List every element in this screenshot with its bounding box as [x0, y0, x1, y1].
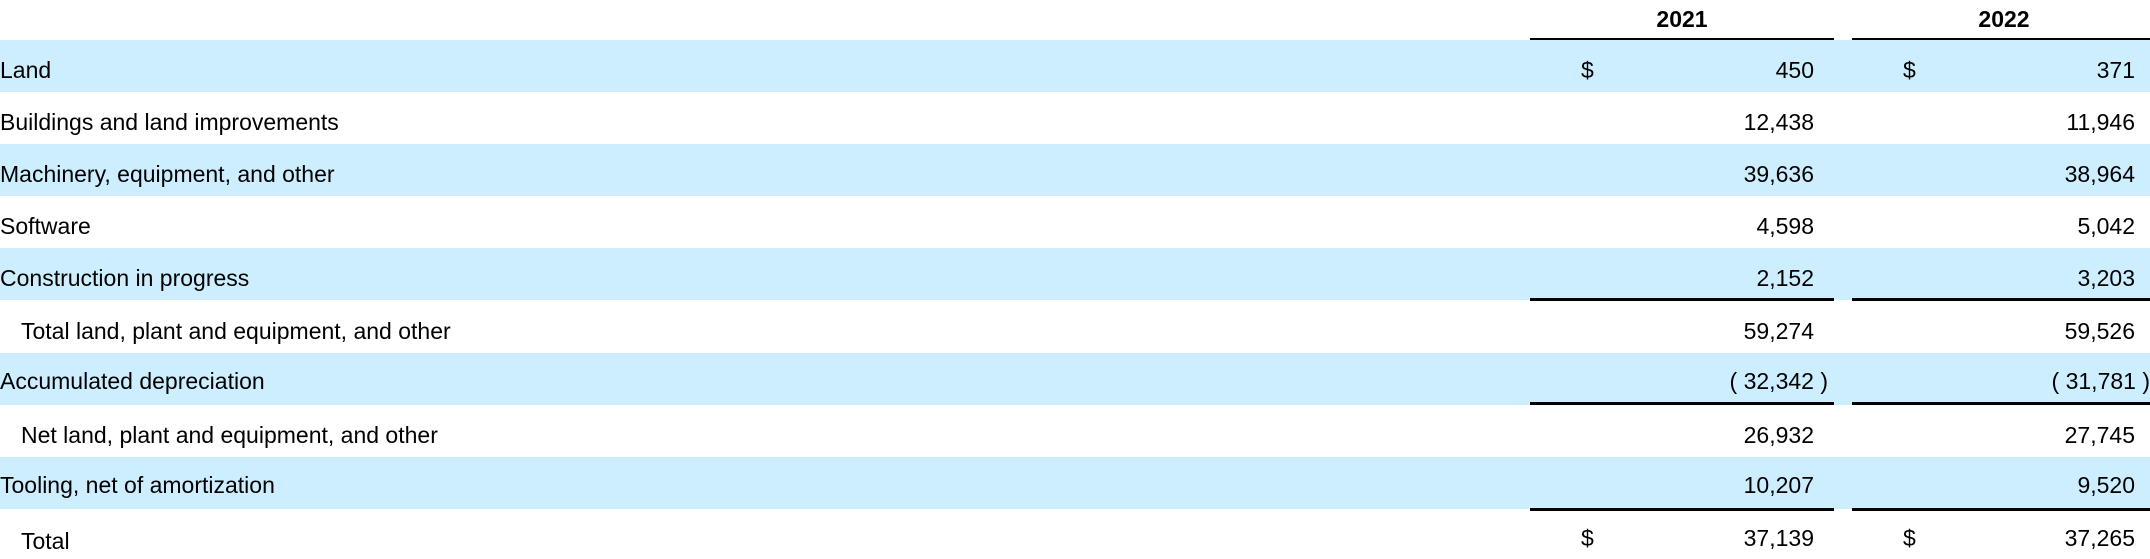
property-equipment-table: 2021 2022 Land $ 450 $ 371 Buildings and… [0, 0, 2150, 559]
row-label: Machinery, equipment, and other [0, 161, 335, 187]
row-label: Buildings and land improvements [0, 109, 339, 135]
table-row: Net land, plant and equipment, and other… [0, 405, 2150, 457]
table-row: Accumulated depreciation ( 32,342 ) ( 31… [0, 353, 2150, 405]
value-2021: 26,932 [1743, 422, 1814, 448]
value-2021: 12,438 [1743, 109, 1814, 135]
value-2022: 11,946 [2066, 109, 2135, 135]
value-2022: 59,526 [2064, 318, 2135, 344]
table-row: Machinery, equipment, and other 39,636 3… [0, 144, 2150, 196]
table-row: Total $ 37,139 $ 37,265 [0, 511, 2150, 559]
currency-symbol: $ [1581, 57, 1594, 83]
row-label: Software [0, 213, 91, 239]
row-label: Land [0, 57, 52, 83]
row-label: Total land, plant and equipment, and oth… [21, 318, 451, 344]
value-2022: 371 [2096, 57, 2135, 83]
table-row: Total land, plant and equipment, and oth… [0, 301, 2150, 353]
value-2022: 9,520 [2077, 472, 2135, 498]
value-2022: 27,745 [2064, 422, 2135, 448]
value-2021: 10,207 [1743, 472, 1814, 498]
currency-symbol: $ [1903, 57, 1916, 83]
table-row: Software 4,598 5,042 [0, 196, 2150, 248]
value-2022: 5,042 [2077, 213, 2135, 239]
row-label: Net land, plant and equipment, and other [21, 422, 438, 448]
column-header-2021: 2021 [1656, 6, 1708, 32]
row-label: Accumulated depreciation [0, 368, 265, 394]
value-2021: 39,636 [1743, 161, 1814, 187]
column-header-2022: 2022 [1978, 6, 2030, 32]
table-row: Construction in progress 2,152 3,203 [0, 248, 2150, 300]
row-label: Construction in progress [0, 265, 250, 291]
value-2021: 2,152 [1756, 265, 1814, 291]
value-2022: 38,964 [2064, 161, 2135, 187]
value-2021: 4,598 [1756, 213, 1814, 239]
value-2022: ( 31,781 ) [2051, 368, 2150, 394]
row-label: Total [21, 528, 70, 554]
table-row: Land $ 450 $ 371 [0, 40, 2150, 92]
currency-symbol: $ [1903, 525, 1916, 551]
value-2022: 37,265 [2064, 525, 2135, 551]
value-2022: 3,203 [2077, 265, 2135, 291]
value-2021: 37,139 [1743, 525, 1814, 551]
value-2021: 59,274 [1743, 318, 1814, 344]
currency-symbol: $ [1581, 525, 1594, 551]
row-label: Tooling, net of amortization [0, 472, 275, 498]
value-2021: ( 32,342 ) [1729, 368, 1828, 394]
value-2021: 450 [1775, 57, 1814, 83]
table-row: Tooling, net of amortization 10,207 9,52… [0, 457, 2150, 509]
table-row: Buildings and land improvements 12,438 1… [0, 92, 2150, 144]
